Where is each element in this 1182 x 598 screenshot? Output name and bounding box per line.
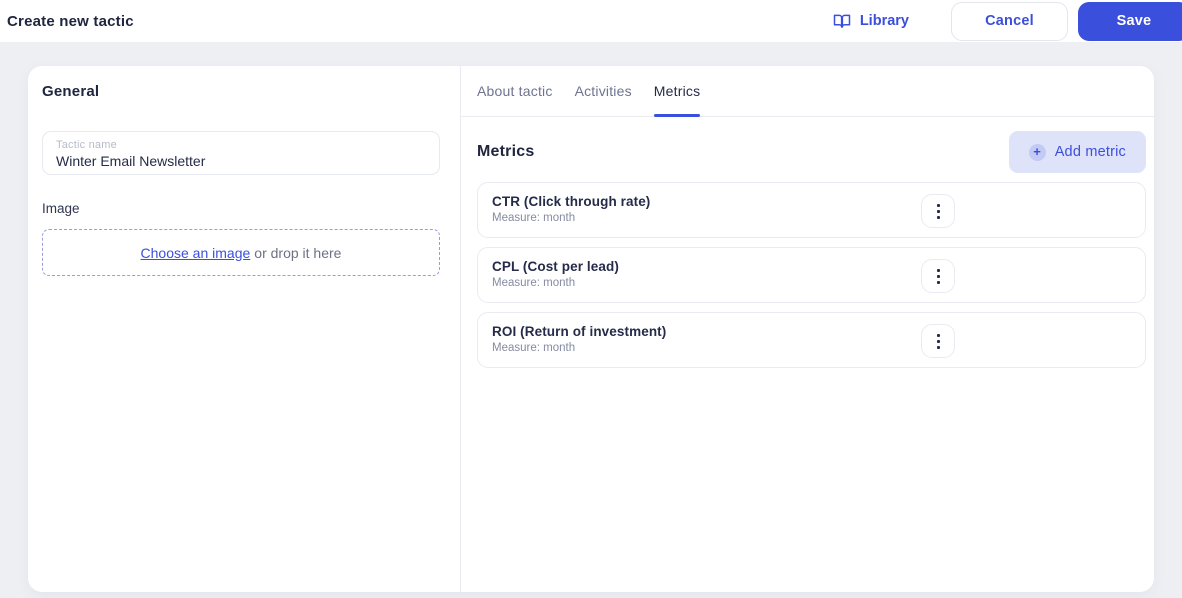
- kebab-menu-icon: [936, 268, 940, 284]
- metric-menu-button[interactable]: [921, 194, 955, 228]
- content-card: General Tactic name Image Choose an imag…: [28, 66, 1154, 592]
- metric-name: CTR (Click through rate): [492, 194, 651, 209]
- metrics-header: Metrics + Add metric: [477, 131, 1146, 173]
- image-label: Image: [42, 201, 80, 216]
- library-label: Library: [859, 13, 909, 29]
- drop-text: or drop it here: [254, 244, 342, 261]
- tactic-name-label: Tactic name: [56, 139, 117, 151]
- book-open-icon: [833, 12, 851, 30]
- metrics-body: Metrics + Add metric CTR (Click through …: [461, 117, 1154, 377]
- topbar: Create new tactic Library Cancel Save: [0, 0, 1182, 42]
- metric-list: CTR (Click through rate) Measure: month …: [477, 182, 1146, 368]
- page-title: Create new tactic: [7, 12, 134, 30]
- tactic-name-field[interactable]: Tactic name: [42, 131, 440, 175]
- metric-menu-button[interactable]: [921, 324, 955, 358]
- add-metric-button[interactable]: + Add metric: [1008, 131, 1146, 173]
- metric-card: CTR (Click through rate) Measure: month: [477, 182, 1146, 238]
- metrics-panel: About tactic Activities Metrics Metrics …: [460, 66, 1154, 592]
- choose-image-link[interactable]: Choose an image: [141, 245, 251, 261]
- general-panel: General Tactic name Image Choose an imag…: [28, 66, 460, 592]
- tab-metrics[interactable]: Metrics: [653, 66, 701, 117]
- metric-measure: Measure: month: [492, 277, 576, 289]
- library-button[interactable]: Library: [833, 12, 909, 30]
- tabs-bar: About tactic Activities Metrics: [461, 66, 1154, 117]
- kebab-menu-icon: [936, 333, 940, 349]
- metric-name: CPL (Cost per lead): [492, 259, 619, 274]
- save-button[interactable]: Save: [1078, 1, 1182, 41]
- tab-about-tactic[interactable]: About tactic: [477, 66, 553, 116]
- plus-icon: +: [1028, 143, 1046, 161]
- tactic-name-input[interactable]: [56, 153, 426, 169]
- tab-activities[interactable]: Activities: [575, 66, 632, 116]
- general-heading: General: [42, 83, 100, 100]
- topbar-actions: Library Cancel Save: [833, 0, 1182, 42]
- metric-measure: Measure: month: [492, 342, 576, 354]
- metric-card: CPL (Cost per lead) Measure: month: [477, 247, 1146, 303]
- metric-name: ROI (Return of investment): [492, 324, 667, 339]
- metric-menu-button[interactable]: [921, 259, 955, 293]
- add-metric-label: Add metric: [1054, 144, 1126, 160]
- metrics-heading: Metrics: [477, 143, 535, 160]
- image-dropzone[interactable]: Choose an image or drop it here: [42, 229, 440, 276]
- metric-card: ROI (Return of investment) Measure: mont…: [477, 312, 1146, 368]
- kebab-menu-icon: [936, 203, 940, 219]
- metric-measure: Measure: month: [492, 212, 576, 224]
- cancel-button[interactable]: Cancel: [951, 1, 1068, 41]
